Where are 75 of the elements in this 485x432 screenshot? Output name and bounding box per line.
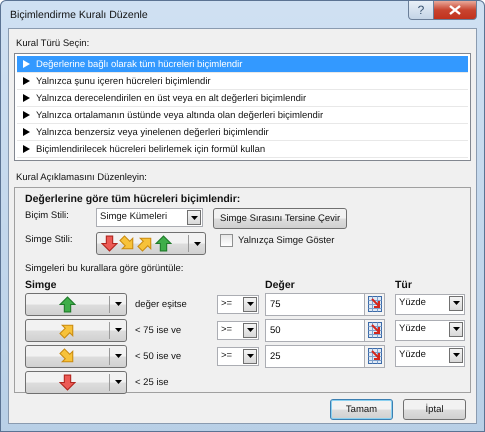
window-title: Biçimlendirme Kuralı Düzenle [9, 8, 148, 21]
icon-dropdown[interactable] [25, 292, 127, 316]
condition-text: < 50 ise ve [135, 350, 182, 362]
operator-dropdown[interactable]: >= [217, 294, 259, 314]
type-dropdown[interactable]: Yüzde [395, 320, 465, 340]
value-field[interactable]: 25 [265, 344, 365, 368]
column-header: Değer [265, 279, 296, 291]
checkbox-label: Yalnızça Simge Göster [238, 235, 334, 246]
caret-icon [114, 380, 122, 384]
triangle-icon [23, 77, 30, 85]
caret-icon [452, 327, 460, 331]
dialog-button[interactable]: İptal [403, 399, 466, 420]
type-dropdown[interactable]: Yüzde [395, 294, 465, 314]
condition-text: < 75 ise ve [135, 324, 182, 336]
value-field[interactable]: 50 [265, 318, 365, 342]
operator-dropdown[interactable]: >= [217, 346, 259, 366]
down-right-arrow-icon [119, 235, 136, 252]
column-header: Tür [395, 279, 413, 291]
triangle-icon [23, 145, 30, 153]
icon-set-dropdown[interactable] [96, 232, 206, 255]
range-select-icon [368, 322, 382, 338]
icon-dropdown[interactable] [25, 370, 127, 394]
caret-icon [194, 242, 200, 246]
dialog-button[interactable]: Tamam [330, 399, 393, 420]
icon-only-checkbox[interactable]: Yalnızça Simge Göster [220, 232, 334, 247]
down-arrow-icon [59, 374, 76, 390]
type-dropdown[interactable]: Yüzde [395, 346, 465, 366]
value-field[interactable]: 75 [265, 292, 365, 316]
condition-text: < 25 ise [135, 376, 170, 388]
rule-type-item[interactable]: Yalnızca derecelendirilen en üst veya en alt değerleri biçimlendir [17, 90, 468, 107]
rule-heading: Değerlerine göre tüm hücreleri biçimlendir: [25, 193, 242, 205]
section-label: Kural Açıklamasını Düzenleyin: [15, 171, 148, 185]
caret-icon [452, 301, 460, 305]
triangle-icon [23, 128, 30, 136]
icon-dropdown[interactable] [25, 318, 127, 342]
cell-reference-button[interactable] [365, 318, 385, 342]
operator-dropdown[interactable]: >= [217, 320, 259, 340]
triangle-icon [23, 94, 30, 102]
condition-text: değer eşitse [135, 298, 188, 310]
rule-type-item[interactable]: Yalnızca şunu içeren hücreleri biçimlendir [17, 73, 468, 90]
cell-reference-button[interactable] [365, 344, 385, 368]
field-label: Biçim Stili: [25, 209, 70, 221]
field-label: Simge Stili: [25, 233, 74, 245]
triangle-icon [23, 111, 30, 119]
caret-icon [114, 302, 122, 306]
close-icon [449, 5, 461, 15]
icon-dropdown[interactable] [25, 344, 127, 368]
up-arrow-icon [155, 235, 172, 252]
column-header: Simge [25, 279, 58, 291]
caret-icon [246, 302, 254, 306]
down-arrow-icon [101, 235, 118, 252]
caret-icon [246, 328, 254, 332]
checkbox[interactable] [220, 234, 233, 247]
reverse-order-button[interactable]: Simge Sırasını Tersine Çevir [213, 208, 348, 229]
triangle-icon [23, 60, 30, 68]
rule-type-item[interactable]: Yalnızca benzersiz veya yinelenen değerleri biçimlendir [17, 124, 468, 141]
up-right-arrow-icon [137, 235, 154, 252]
close-button[interactable] [434, 1, 477, 20]
caret-icon [190, 216, 198, 220]
cell-reference-button[interactable] [365, 292, 385, 316]
caret-icon [114, 354, 122, 358]
caret-icon [114, 328, 122, 332]
down-right-arrow-icon [59, 348, 76, 364]
up-arrow-icon [59, 296, 76, 312]
range-select-icon [368, 296, 382, 312]
help-button[interactable]: ? [408, 1, 434, 20]
up-right-arrow-icon [59, 322, 76, 338]
section-label: Kural Türü Seçin: [15, 37, 90, 51]
caret-icon [452, 353, 460, 357]
rules-label: Simgeleri bu kurallara göre görüntüle: [25, 263, 184, 274]
range-select-icon [368, 348, 382, 364]
rule-type-item[interactable]: Yalnızca ortalamanın üstünde veya altında olan değerleri biçimlendir [17, 107, 468, 124]
caret-icon [246, 354, 254, 358]
rule-type-item[interactable]: Biçimlendirilecek hücreleri belirlemek için formül kullan [17, 141, 468, 158]
format-style-dropdown[interactable]: Simge Kümeleri [96, 208, 203, 227]
